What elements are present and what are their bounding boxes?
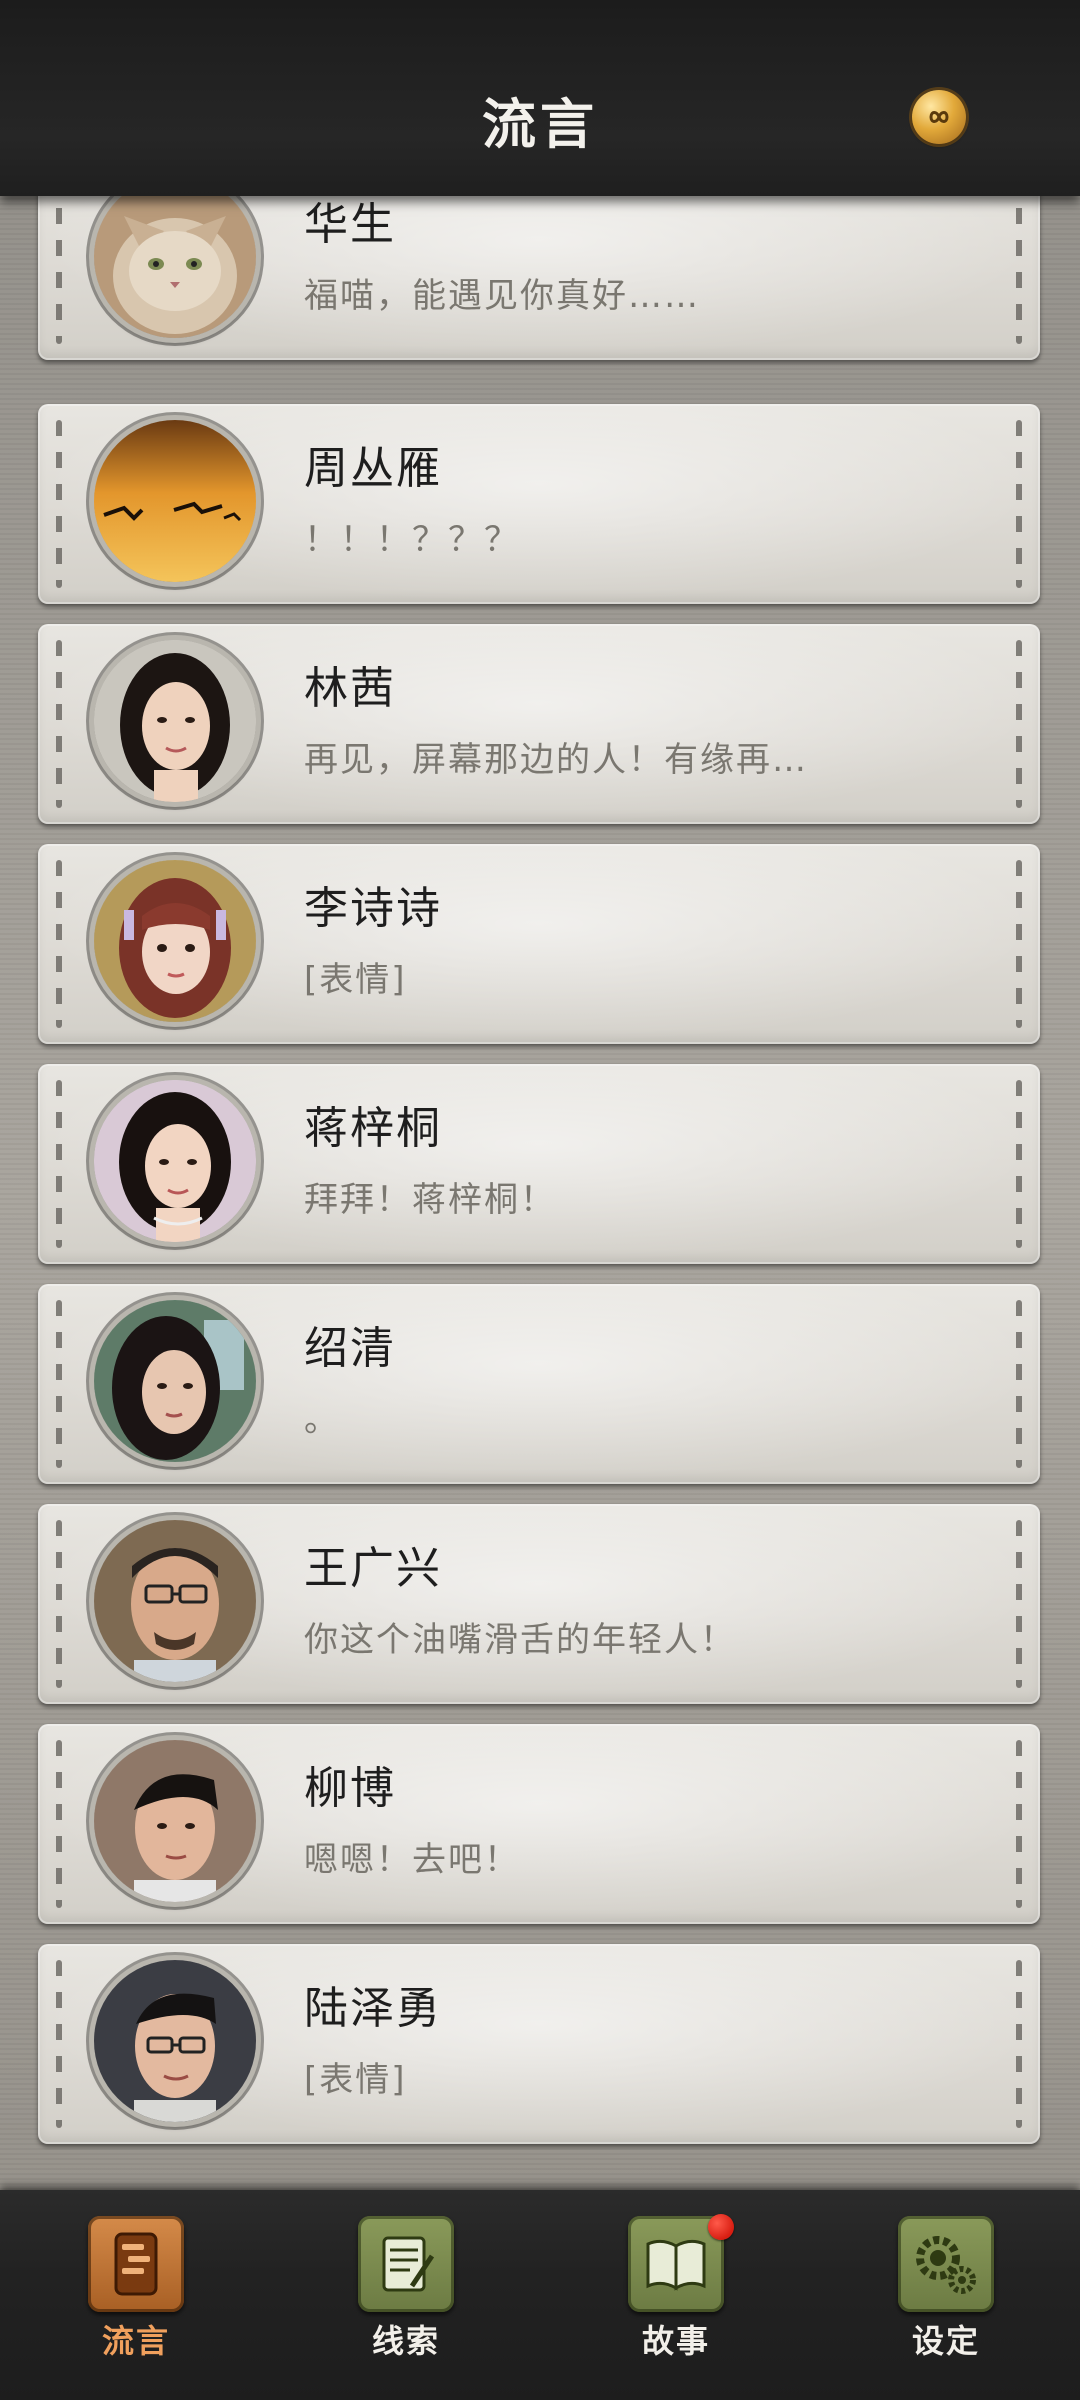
contact-name: 王广兴 <box>304 1543 442 1594</box>
tab-rumors[interactable]: 流言 <box>56 2216 216 2386</box>
sunset-geese-avatar <box>94 420 256 582</box>
message-preview: 嗯嗯！去吧！ <box>304 1840 520 1880</box>
tab-story[interactable]: 故事 <box>596 2214 756 2386</box>
tab-label: 设定 <box>911 2322 980 2360</box>
woman-avatar <box>94 640 256 802</box>
chat-list[interactable]: 华生 福喵，能遇见你真好…… 周丛雁 ！！！？？？ 林茜 再见，屏幕那边的人！有… <box>0 190 1080 2150</box>
stitch-decoration <box>56 640 62 808</box>
phone-chat-icon <box>88 2216 184 2312</box>
chat-item[interactable]: 周丛雁 ！！！？？？ <box>38 404 1040 604</box>
contact-name: 周丛雁 <box>304 443 442 494</box>
message-preview: 福喵，能遇见你真好…… <box>304 276 700 316</box>
man-glasses-avatar <box>94 1960 256 2122</box>
stitch-decoration <box>1016 1740 1022 1908</box>
stitch-decoration <box>56 1740 62 1908</box>
stitch-decoration <box>1016 1300 1022 1468</box>
stitch-decoration <box>1016 1080 1022 1248</box>
message-preview: [表情] <box>304 2060 407 2100</box>
stitch-decoration <box>1016 1960 1022 2128</box>
stitch-decoration <box>56 860 62 1028</box>
app-header: 流言 <box>0 0 1080 196</box>
notification-dot <box>708 2214 734 2240</box>
chat-item[interactable]: 蒋梓桐 拜拜！蒋梓桐！ <box>38 1064 1040 1264</box>
tab-clues[interactable]: 线索 <box>326 2216 486 2386</box>
message-preview: [表情] <box>304 960 407 1000</box>
chat-item[interactable]: 李诗诗 [表情] <box>38 844 1040 1044</box>
stitch-decoration <box>56 1300 62 1468</box>
man-avatar <box>94 1740 256 1902</box>
message-preview: 拜拜！蒋梓桐！ <box>304 1180 556 1220</box>
chat-item[interactable]: 绍清 。 <box>38 1284 1040 1484</box>
chat-item[interactable]: 陆泽勇 [表情] <box>38 1944 1040 2144</box>
message-preview: ！！！？？？ <box>304 520 520 560</box>
contact-name: 柳博 <box>304 1763 396 1814</box>
stitch-decoration <box>1016 1520 1022 1688</box>
stitch-decoration <box>56 1080 62 1248</box>
stitch-decoration <box>56 190 62 344</box>
contact-name: 蒋梓桐 <box>304 1103 442 1154</box>
man-glasses-avatar <box>94 1520 256 1682</box>
tab-label: 线索 <box>371 2322 440 2360</box>
contact-name: 陆泽勇 <box>304 1983 442 2034</box>
stitch-decoration <box>56 420 62 588</box>
message-preview: 你这个油嘴滑舌的年轻人！ <box>304 1620 736 1660</box>
message-preview: 。 <box>304 1400 340 1440</box>
tab-label: 故事 <box>641 2322 710 2360</box>
tab-settings[interactable]: 设定 <box>866 2216 1026 2386</box>
stitch-decoration <box>1016 860 1022 1028</box>
chat-item[interactable]: 柳博 嗯嗯！去吧！ <box>38 1724 1040 1924</box>
contact-name: 李诗诗 <box>304 883 442 934</box>
woman-avatar <box>94 1300 256 1462</box>
gears-icon <box>898 2216 994 2312</box>
stitch-decoration <box>56 1960 62 2128</box>
stitch-decoration <box>1016 640 1022 808</box>
contact-name: 林茜 <box>304 663 396 714</box>
chat-item[interactable]: 华生 福喵，能遇见你真好…… <box>38 190 1040 360</box>
stitch-decoration <box>1016 190 1022 344</box>
chat-item[interactable]: 王广兴 你这个油嘴滑舌的年轻人！ <box>38 1504 1040 1704</box>
woman-avatar <box>94 1080 256 1242</box>
stitch-decoration <box>56 1520 62 1688</box>
bottom-nav: 流言 线索 故事 设定 <box>0 2190 1080 2400</box>
contact-name: 绍清 <box>304 1323 396 1374</box>
message-preview: 再见，屏幕那边的人！有缘再… <box>304 740 808 780</box>
stitch-decoration <box>1016 420 1022 588</box>
infinity-coin-icon[interactable] <box>912 90 966 144</box>
notepad-icon <box>358 2216 454 2312</box>
contact-name: 华生 <box>304 199 396 250</box>
chat-item[interactable]: 林茜 再见，屏幕那边的人！有缘再… <box>38 624 1040 824</box>
tab-label: 流言 <box>101 2322 170 2360</box>
woman-avatar <box>94 860 256 1022</box>
cat-avatar <box>94 190 256 338</box>
